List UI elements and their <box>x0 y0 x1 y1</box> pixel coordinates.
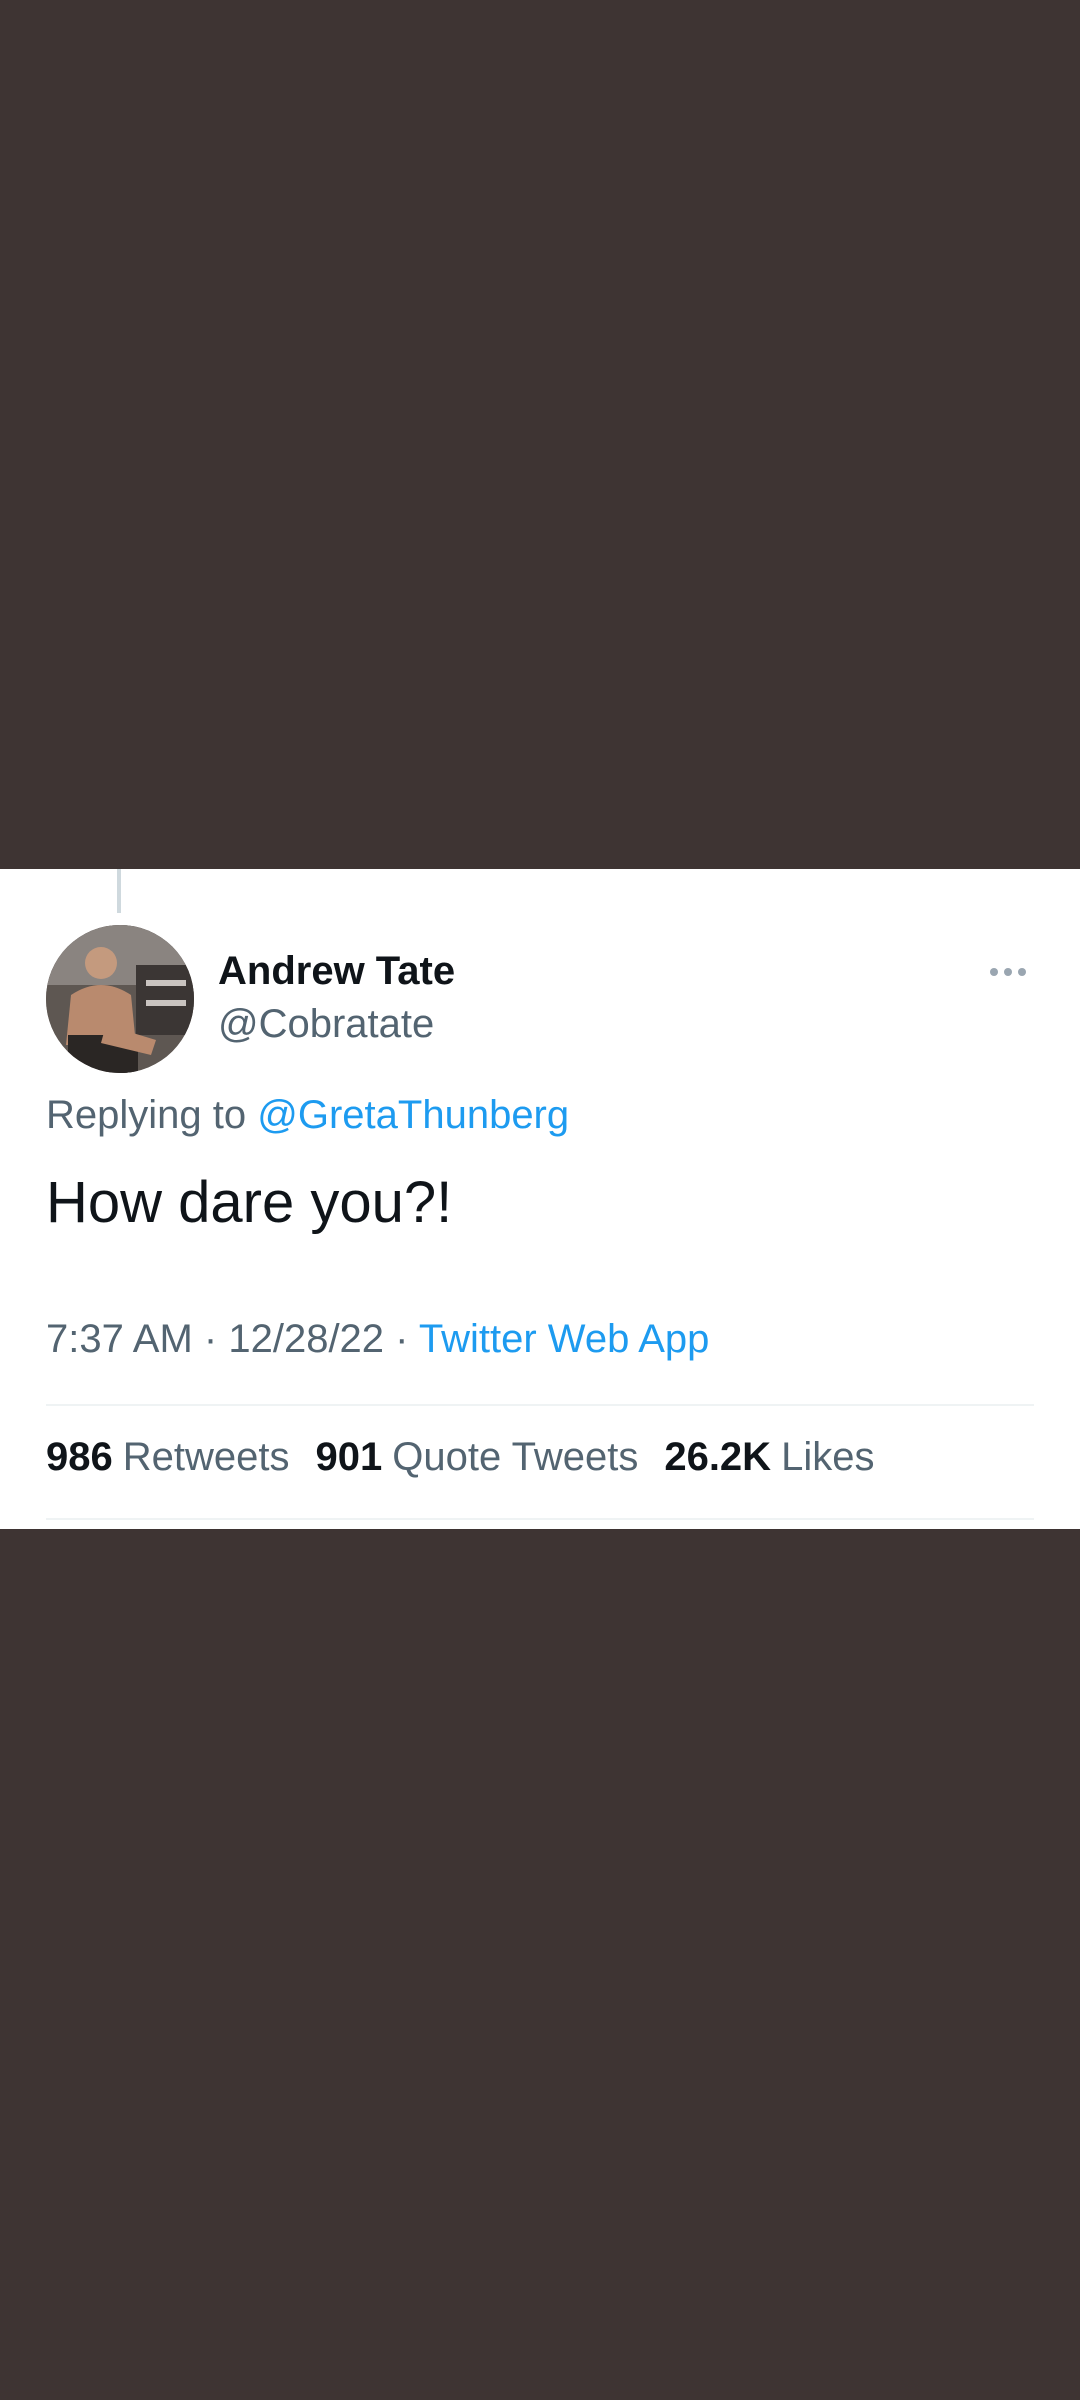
tweet-source-link[interactable]: Twitter Web App <box>419 1317 710 1361</box>
retweets-stat[interactable]: 986 Retweets <box>46 1435 290 1480</box>
meta-separator: · <box>203 1317 218 1361</box>
likes-label: Likes <box>781 1435 875 1479</box>
likes-stat[interactable]: 26.2K Likes <box>664 1435 874 1480</box>
author-name[interactable]: Andrew Tate <box>218 949 455 994</box>
quote-tweets-label: Quote Tweets <box>392 1435 639 1479</box>
tweet-text: How dare you?! <box>46 1170 453 1235</box>
divider <box>46 1518 1034 1520</box>
more-horizontal-icon <box>990 968 998 976</box>
likes-count: 26.2K <box>664 1435 772 1479</box>
quote-tweets-stat[interactable]: 901 Quote Tweets <box>316 1435 639 1480</box>
tweet-time[interactable]: 7:37 AM <box>46 1317 193 1361</box>
replying-to-mention[interactable]: @GretaThunberg <box>257 1093 569 1137</box>
tweet-card: Andrew Tate @Cobratate Replying to @Gret… <box>0 869 1080 1529</box>
retweets-label: Retweets <box>122 1435 290 1479</box>
meta-separator: · <box>395 1317 409 1361</box>
author-handle[interactable]: @Cobratate <box>218 1002 434 1047</box>
more-horizontal-icon-dot <box>1018 968 1026 976</box>
thread-connector-line <box>117 869 121 913</box>
replying-to-line: Replying to @GretaThunberg <box>46 1093 569 1138</box>
more-horizontal-icon-dot <box>1004 968 1012 976</box>
page: Andrew Tate @Cobratate Replying to @Gret… <box>0 0 1080 2400</box>
divider <box>46 1404 1034 1406</box>
tweet-metadata: 7:37 AM · 12/28/22 · Twitter Web App <box>46 1317 709 1362</box>
avatar-photo <box>46 925 194 1073</box>
replying-to-label: Replying to <box>46 1093 247 1137</box>
tweet-date[interactable]: 12/28/22 <box>228 1317 384 1361</box>
more-options-button[interactable] <box>980 957 1036 987</box>
avatar[interactable] <box>46 925 194 1073</box>
retweets-count: 986 <box>46 1435 113 1479</box>
engagement-stats: 986 Retweets 901 Quote Tweets 26.2K Likes <box>46 1435 874 1480</box>
quote-tweets-count: 901 <box>315 1435 383 1479</box>
